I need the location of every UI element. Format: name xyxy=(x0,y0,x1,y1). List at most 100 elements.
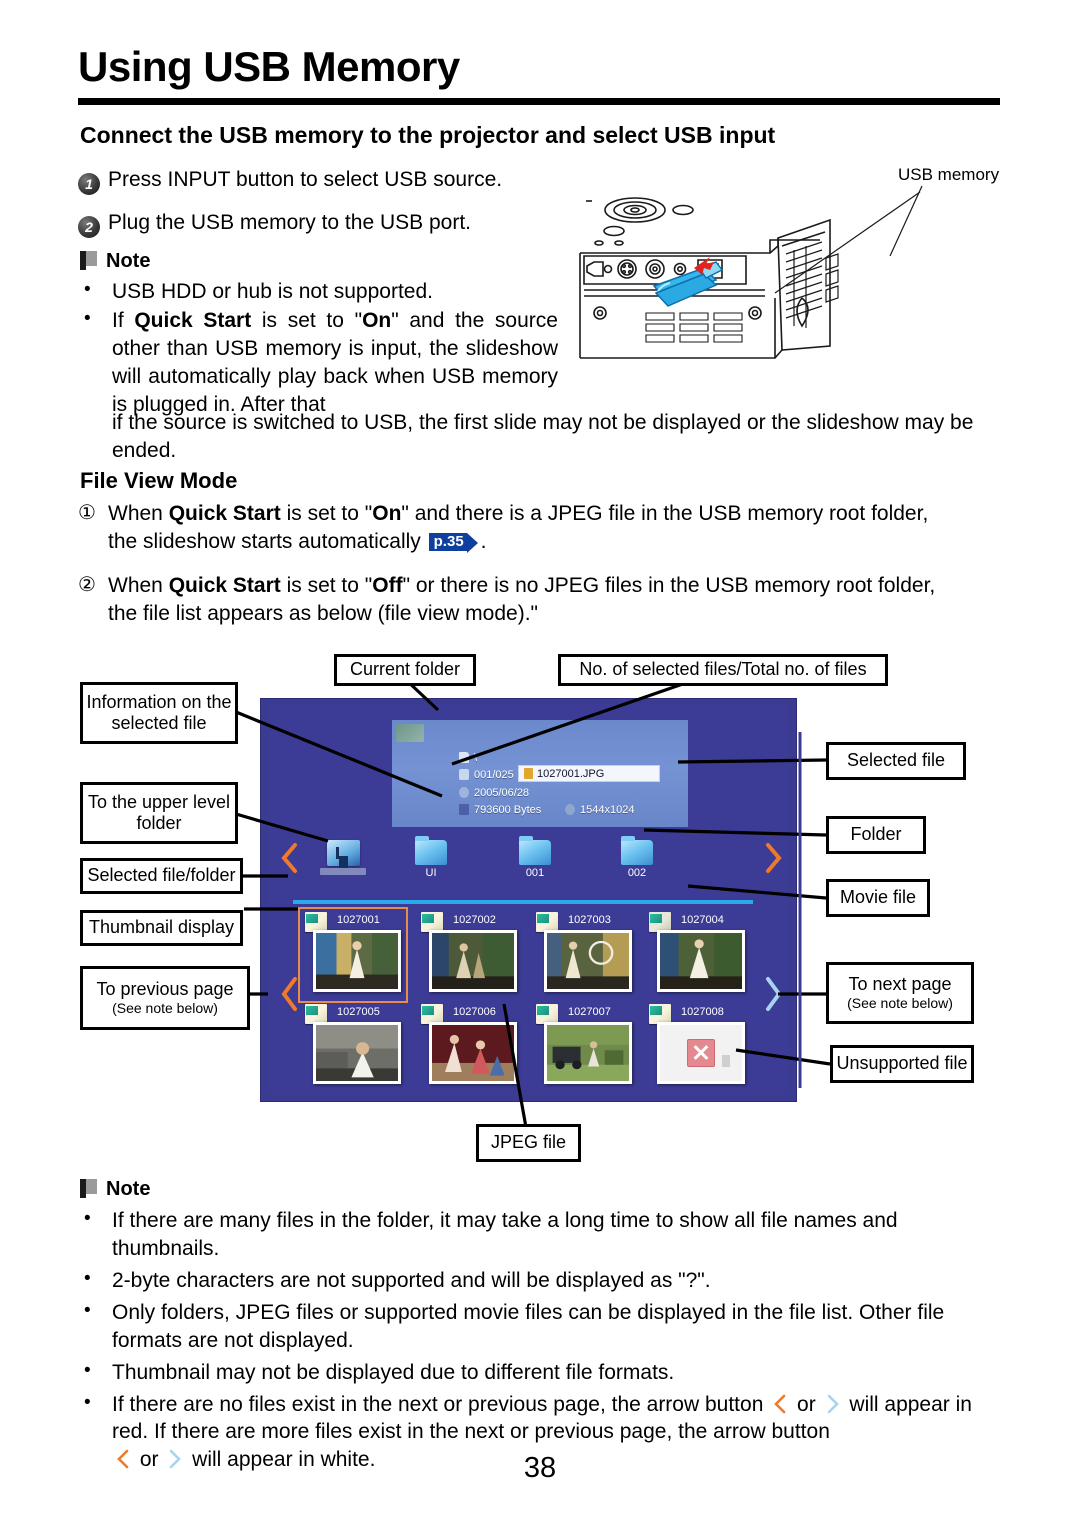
callout-next-page-label: To next page xyxy=(848,974,952,995)
thumbnail-image-5 xyxy=(313,1022,401,1084)
note-bottom-bullet-4: Thumbnail may not be displayed due to di… xyxy=(80,1358,1010,1387)
arrow-left-orange-icon xyxy=(774,1394,786,1413)
note-flag-icon xyxy=(80,251,97,270)
callout-previous-page-sub: (See note below) xyxy=(112,1000,218,1017)
thumbnail-label-2: 1027002 xyxy=(453,914,496,926)
jpeg-file-icon xyxy=(421,912,443,932)
note-top-bullet-2: If Quick Start is set to "On" and the so… xyxy=(80,306,558,419)
thumbnail-item-6[interactable]: 1027006 xyxy=(421,1004,525,1092)
folder-item-001[interactable]: 001 xyxy=(499,836,571,879)
page-prev-arrow-icon[interactable] xyxy=(279,976,299,1012)
note-flag-icon xyxy=(80,1179,97,1198)
resolution-icon xyxy=(565,804,575,815)
folder-item-002[interactable]: 002 xyxy=(601,836,673,879)
folder-icon xyxy=(621,836,653,865)
thumbnail-item-4[interactable]: 1027004 xyxy=(649,912,753,1000)
unsupported-bar-decoration xyxy=(722,1055,730,1067)
page-next-arrow-icon[interactable] xyxy=(763,976,783,1012)
selected-filename-value: 1027001.JPG xyxy=(537,768,605,780)
step-item-1: 1 Press INPUT button to select USB source… xyxy=(78,168,502,195)
callout-info-line2: selected file xyxy=(111,713,207,733)
note-heading-bottom: Note xyxy=(80,1178,150,1201)
thumbnail-image-8-unsupported xyxy=(657,1022,745,1084)
callout-selected-file-label: Selected file xyxy=(846,750,946,771)
callout-upper-level-folder: To the upper level folder xyxy=(80,782,238,844)
jpeg-file-icon xyxy=(536,912,558,932)
info-file-dimensions-value: 1544x1024 xyxy=(580,804,635,816)
page-number: 38 xyxy=(523,1452,557,1484)
fvm-marker-2: ② xyxy=(78,574,96,596)
fvm1-t2: Quick Start xyxy=(168,502,281,525)
callout-current-folder: Current folder xyxy=(334,654,476,686)
thumbnail-label-4: 1027004 xyxy=(681,914,724,926)
folder-icon xyxy=(459,752,469,763)
callout-movie-file-label: Movie file xyxy=(839,887,917,908)
info-file-dimensions: 1544x1024 xyxy=(565,804,634,816)
fvm2-t2: Quick Start xyxy=(168,574,281,597)
last-bullet-part1: If there are no files exist in the next … xyxy=(112,1392,770,1416)
callout-folder-label: Folder xyxy=(850,824,902,845)
jpeg-file-icon xyxy=(421,1004,443,1024)
fvm1-t3: is set to " xyxy=(280,502,373,525)
upper-level-folder-item[interactable] xyxy=(307,840,379,875)
folder-prev-arrow-icon[interactable] xyxy=(279,842,299,874)
thumbnail-item-2[interactable]: 1027002 xyxy=(421,912,525,1000)
fvm-body-1: When Quick Start is set to "On" and ther… xyxy=(78,500,1010,556)
callout-info-line1: Information on the xyxy=(86,691,232,712)
fvm2-t5: " or there is no JPEG files in the USB m… xyxy=(402,574,936,597)
folder-item-ui[interactable]: UI xyxy=(395,836,467,879)
callout-unsupported-file: Unsupported file xyxy=(830,1045,974,1083)
callout-unsupported-file-label: Unsupported file xyxy=(836,1053,968,1074)
thumbnail-item-5[interactable]: 1027005 xyxy=(305,1004,409,1092)
osd-screen: \ 001/025 2005/06/28 793600 Bytes 1544x1… xyxy=(260,698,797,1102)
thumbnail-item-3[interactable]: 1027003 xyxy=(536,912,640,1000)
thumbnail-item-7[interactable]: 1027007 xyxy=(536,1004,640,1092)
thumbnail-image-1 xyxy=(313,930,401,992)
thumbnail-image-7 xyxy=(544,1022,632,1084)
thumbnail-item-8[interactable]: 1027008 xyxy=(649,1004,753,1092)
note-bottom-list: If there are many files in the folder, i… xyxy=(80,1206,1010,1478)
callout-thumbnail-display: Thumbnail display xyxy=(80,910,243,946)
arrow-right-blue-icon xyxy=(827,1394,839,1413)
thumbnail-image-4 xyxy=(657,930,745,992)
folder-item-002-label: 002 xyxy=(627,867,647,879)
thumbnail-image-2 xyxy=(429,930,517,992)
thumbnail-item-1[interactable]: 1027001 xyxy=(298,907,409,1003)
callout-next-page-sub: (See note below) xyxy=(847,995,953,1012)
fvm-body-2: When Quick Start is set to "Off" or ther… xyxy=(78,572,1010,628)
note-bottom-bullet-1: If there are many files in the folder, i… xyxy=(80,1206,1010,1263)
fvm-marker-1: ① xyxy=(78,502,96,524)
thumbnail-label-3: 1027003 xyxy=(568,914,611,926)
callout-next-page: To next page (See note below) xyxy=(826,962,974,1024)
callout-jpeg-file: JPEG file xyxy=(476,1124,581,1162)
callout-upper-line2: folder xyxy=(136,813,182,833)
info-file-date: 2005/06/28 xyxy=(459,787,529,799)
section-separator xyxy=(293,900,753,904)
page-icon xyxy=(459,769,469,780)
callout-current-folder-label: Current folder xyxy=(349,659,461,680)
title-underline-rule xyxy=(78,98,1000,105)
note-heading-bottom-label: Note xyxy=(106,1178,151,1200)
folder-row: UI 001 002 xyxy=(269,836,788,894)
file-view-mode-heading: File View Mode xyxy=(80,468,238,493)
step-number-badge-1: 1 xyxy=(78,173,100,195)
callout-file-count: No. of selected files/Total no. of files xyxy=(558,654,888,686)
selected-filename: 1027001.JPG xyxy=(524,768,604,780)
upper-level-folder-caption xyxy=(320,868,366,875)
page-title: Using USB Memory xyxy=(78,43,460,90)
note-top-bullet-1: USB HDD or hub is not supported. xyxy=(80,277,558,306)
note-bottom-bullet-3: Only folders, JPEG files or supported mo… xyxy=(80,1298,1010,1355)
note-top-overflow-text: if the source is switched to USB, the fi… xyxy=(112,411,974,462)
osd-screen-inner: \ 001/025 2005/06/28 793600 Bytes 1544x1… xyxy=(269,704,788,1094)
folder-next-arrow-icon[interactable] xyxy=(763,842,783,874)
page-reference-link[interactable]: p.35 xyxy=(428,532,478,553)
info-current-path: \ xyxy=(459,752,477,764)
thumbnail-label-7: 1027007 xyxy=(568,1006,611,1018)
folder-item-ui-label: UI xyxy=(425,867,437,879)
thumbnail-image-3 xyxy=(544,930,632,992)
projector-illustration xyxy=(579,185,923,359)
jpeg-file-icon xyxy=(649,1004,671,1024)
info-file-date-value: 2005/06/28 xyxy=(474,787,530,799)
manual-page: Using USB Memory Connect the USB memory … xyxy=(0,0,1080,1529)
jpeg-file-icon xyxy=(524,768,533,779)
